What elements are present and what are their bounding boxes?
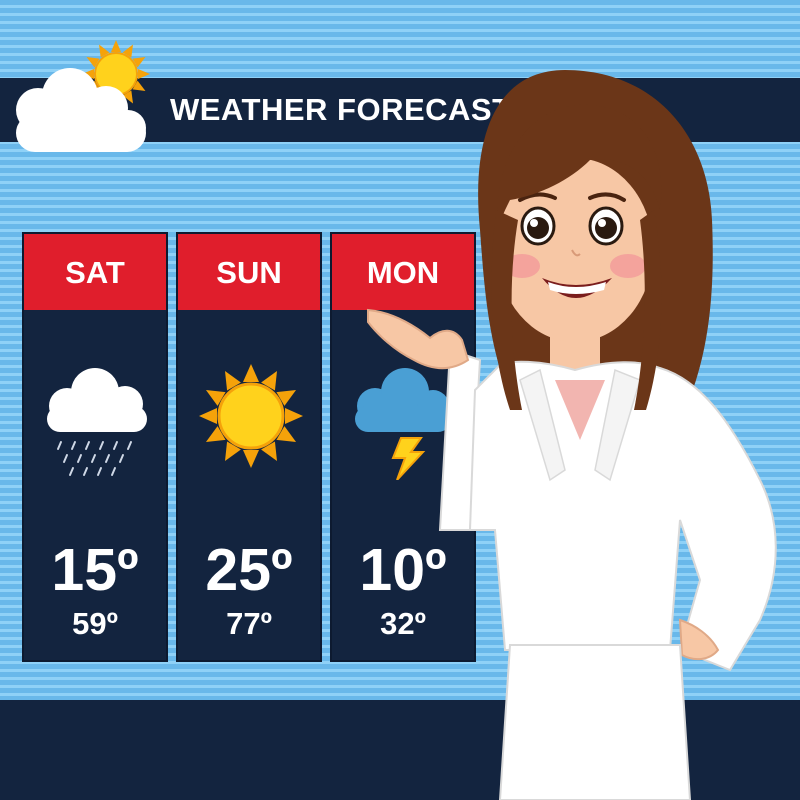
pupil-right xyxy=(595,217,617,239)
white-skirt xyxy=(498,644,692,800)
cheek-right xyxy=(610,254,646,278)
sun-behind-cloud-icon xyxy=(16,40,150,152)
weather-forecast-scene: WEATHER FORECAST SAT 15º 59º SUN 25º 77º… xyxy=(0,0,800,800)
rain-cloud-icon xyxy=(47,368,147,476)
low-temperature: 59º xyxy=(72,606,118,641)
high-temperature: 15º xyxy=(51,537,139,603)
pupil-left xyxy=(527,217,549,239)
weather-presenter-illustration xyxy=(367,70,777,800)
low-temperature: 77º xyxy=(226,606,272,641)
day-label: SAT xyxy=(24,234,166,310)
forecast-card-sun: SUN 25º 77º xyxy=(176,232,322,662)
day-label: SUN xyxy=(178,234,320,310)
pointing-hand xyxy=(367,308,470,370)
high-temperature: 25º xyxy=(205,537,293,603)
sun-icon xyxy=(199,364,303,468)
forecast-card-sat: SAT 15º 59º xyxy=(22,232,168,662)
